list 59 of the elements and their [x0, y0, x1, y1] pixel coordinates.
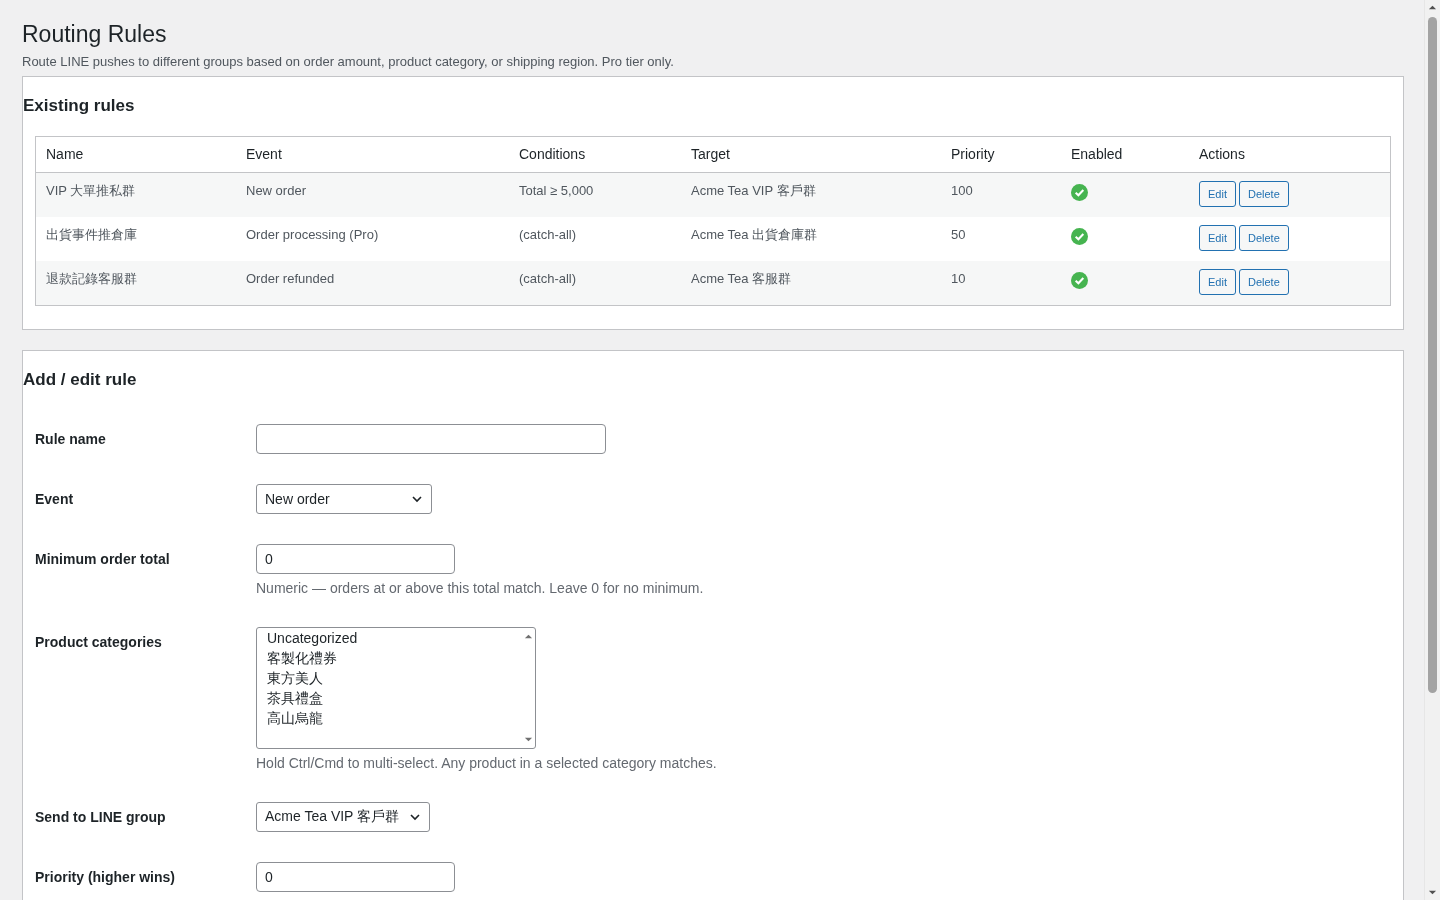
field-label: Event — [35, 490, 75, 509]
column-header: Conditions — [509, 136, 681, 173]
field-label: Product categories — [35, 633, 163, 652]
section-heading: Add / edit rule — [23, 369, 138, 391]
field-label: Minimum order total — [35, 550, 171, 569]
chevron-down-icon — [411, 493, 423, 505]
dropdown[interactable]: New order — [256, 484, 432, 514]
list-option[interactable]: 高山烏龍 — [267, 708, 511, 728]
list-option[interactable]: 茶具禮盒 — [267, 688, 511, 708]
column-header: Enabled — [1061, 136, 1189, 173]
scrollbar[interactable] — [1424, 0, 1440, 900]
help-text: Numeric — orders at or above this total match. Leave 0 for no minimum. — [256, 580, 704, 597]
table-cell: Acme Tea 客服群 — [681, 261, 941, 306]
scroll-down-icon[interactable] — [1428, 888, 1437, 897]
action-button[interactable]: Edit — [1199, 225, 1236, 251]
table-cell: Total ≥ 5,000 — [509, 172, 681, 217]
help-text: Hold Ctrl/Cmd to multi-select. Any product in a selected category matches. — [256, 755, 717, 772]
table-cell: VIP 大單推私群 — [35, 172, 236, 217]
table-cell: 50 — [941, 217, 1061, 261]
scrollbar-thumb[interactable] — [1428, 17, 1437, 693]
input-field[interactable]: 0 — [256, 544, 455, 574]
action-button[interactable]: Delete — [1238, 181, 1289, 207]
action-button[interactable]: Edit — [1199, 269, 1236, 295]
scroll-down-icon[interactable] — [523, 735, 533, 744]
column-header: Name — [35, 136, 236, 173]
action-button[interactable]: Edit — [1199, 181, 1236, 207]
list-option[interactable]: Uncategorized — [267, 628, 511, 648]
page-description: Route LINE pushes to different groups based on order amount, product category, or shipping region. Pro tier only. — [22, 53, 675, 70]
chevron-down-icon — [409, 811, 422, 823]
column-header: Actions — [1189, 136, 1391, 173]
list-box[interactable]: Uncategorized 客製化禮券 東方美人 茶具禮盒 高山烏龍 — [256, 627, 536, 749]
section-heading: Existing rules — [23, 95, 136, 117]
table-cell: 10 — [941, 261, 1061, 306]
table-cell: Order refunded — [236, 261, 509, 306]
input-field[interactable]: 0 — [256, 862, 455, 892]
scroll-up-icon[interactable] — [1428, 3, 1437, 12]
list-option[interactable]: 東方美人 — [267, 668, 511, 688]
table-cell: (catch-all) — [509, 261, 681, 306]
dropdown[interactable]: Acme Tea VIP 客戶群 — [256, 802, 431, 832]
table-cell: (catch-all) — [509, 217, 681, 261]
action-button[interactable]: Delete — [1238, 225, 1289, 251]
table-cell: 出貨事件推倉庫 — [35, 217, 236, 261]
input-field[interactable] — [256, 424, 606, 454]
list-option[interactable]: 客製化禮券 — [267, 648, 511, 668]
table-cell: Acme Tea 出貨倉庫群 — [681, 217, 941, 261]
table-cell: 100 — [941, 172, 1061, 217]
scroll-up-icon[interactable] — [523, 632, 533, 641]
table-cell: Acme Tea VIP 客戶群 — [681, 172, 941, 217]
table-cell: Order processing (Pro) — [236, 217, 509, 261]
field-label: Rule name — [35, 430, 107, 449]
table-cell: New order — [236, 172, 509, 217]
column-header: Priority — [941, 136, 1061, 173]
table-cell: 退款記錄客服群 — [35, 261, 236, 306]
column-header: Event — [236, 136, 509, 173]
field-label: Send to LINE group — [35, 808, 167, 827]
field-label: Priority (higher wins) — [35, 868, 176, 887]
page-title: Routing Rules — [22, 21, 168, 47]
column-header: Target — [681, 136, 941, 173]
action-button[interactable]: Delete — [1238, 269, 1289, 295]
